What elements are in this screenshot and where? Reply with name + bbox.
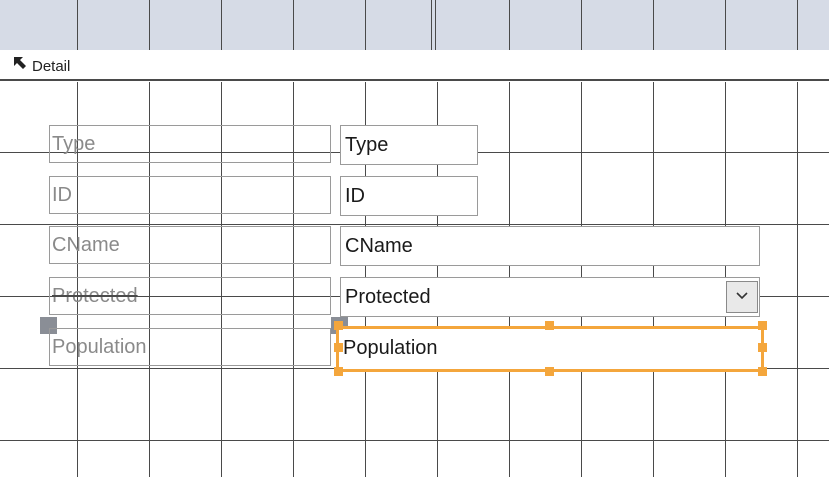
- resize-handle-bottom-middle[interactable]: [545, 367, 554, 376]
- header-grid-line: [435, 0, 436, 50]
- grid-line: [797, 82, 798, 477]
- header-grid-line: [293, 0, 294, 50]
- population-label[interactable]: Population: [49, 328, 331, 366]
- header-grid-line: [365, 0, 366, 50]
- cname-field[interactable]: CName: [340, 226, 760, 266]
- id-field[interactable]: ID: [340, 176, 478, 216]
- resize-handle-bottom-left[interactable]: [334, 367, 343, 376]
- arrow-up-left-icon: [13, 56, 27, 73]
- protected-label[interactable]: Protected: [49, 277, 331, 315]
- resize-handle-middle-left[interactable]: [334, 343, 343, 352]
- type-label[interactable]: Type: [49, 125, 331, 163]
- header-grid-line: [77, 0, 78, 50]
- header-grid-line: [431, 0, 432, 50]
- detail-section-bar[interactable]: Detail: [0, 50, 829, 81]
- chevron-down-icon[interactable]: [726, 281, 758, 313]
- resize-handle-top-left[interactable]: [334, 321, 343, 330]
- header-grid-line: [725, 0, 726, 50]
- header-grid-line: [509, 0, 510, 50]
- protected-combo[interactable]: Protected: [340, 277, 760, 317]
- header-grid-line: [797, 0, 798, 50]
- resize-handle-top-middle[interactable]: [545, 321, 554, 330]
- header-grid-line: [221, 0, 222, 50]
- header-section-strip: [0, 0, 829, 51]
- detail-section-title: Detail: [32, 58, 71, 75]
- resize-handle-middle-right[interactable]: [758, 343, 767, 352]
- protected-combo-value: Protected: [345, 286, 431, 308]
- type-field[interactable]: Type: [340, 125, 478, 165]
- resize-handle-bottom-right[interactable]: [758, 367, 767, 376]
- population-field[interactable]: Population: [336, 326, 764, 372]
- header-grid-line: [581, 0, 582, 50]
- header-grid-line: [653, 0, 654, 50]
- id-label[interactable]: ID: [49, 176, 331, 214]
- cname-label[interactable]: CName: [49, 226, 331, 264]
- resize-handle-top-right[interactable]: [758, 321, 767, 330]
- grid-line: [0, 224, 829, 225]
- header-grid-line: [149, 0, 150, 50]
- grid-line: [0, 440, 829, 441]
